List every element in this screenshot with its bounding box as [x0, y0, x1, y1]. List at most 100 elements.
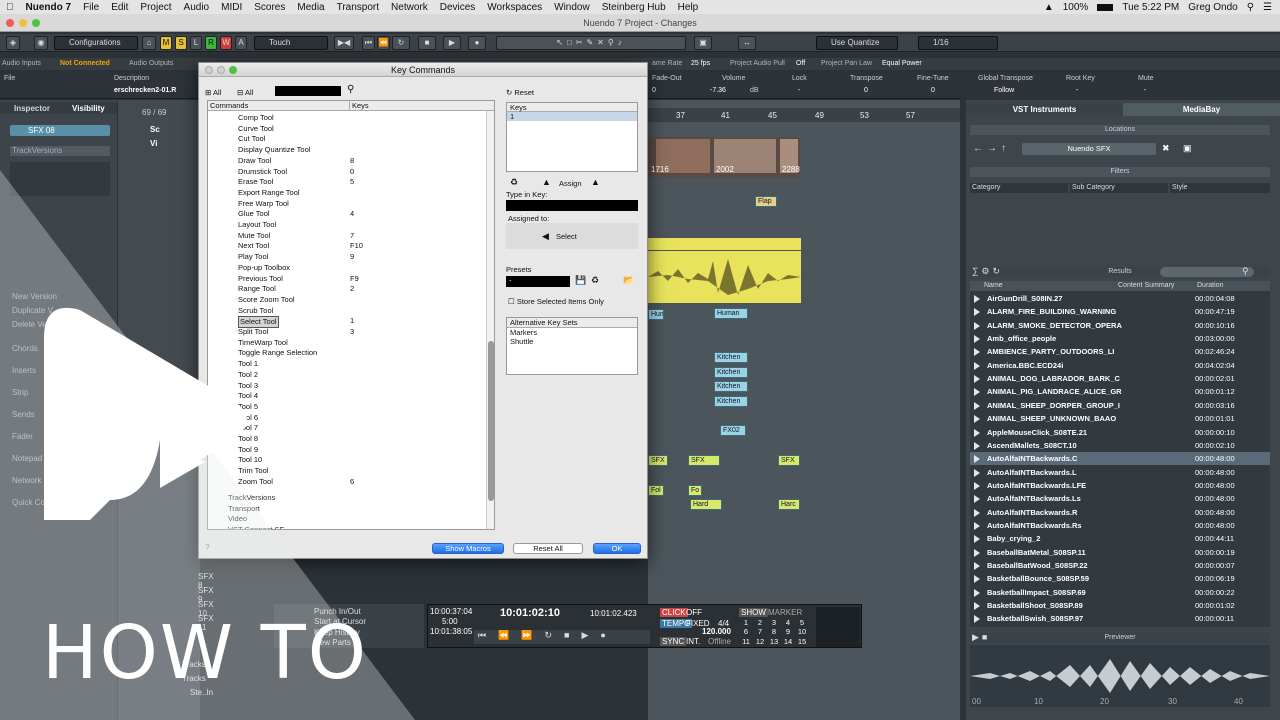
marker-button[interactable]: 11 [739, 637, 753, 646]
preset-dropdown[interactable]: - [506, 276, 570, 287]
audio-event[interactable]: Kitchen [714, 367, 748, 378]
activate-project-button[interactable]: ◈ [6, 36, 20, 50]
locations-header[interactable]: Locations [970, 125, 1270, 135]
play-preview-icon[interactable] [974, 535, 980, 544]
record-mode-button[interactable]: ◉ [34, 36, 48, 50]
play-preview-icon[interactable] [974, 455, 980, 464]
assign-up-icon[interactable]: ▲ [542, 177, 551, 187]
audio-event[interactable]: Fo [688, 485, 702, 496]
reset-button[interactable]: ↻ Reset [506, 88, 534, 97]
marker-button[interactable]: 3 [767, 618, 781, 627]
section-strip[interactable]: Strip [12, 388, 28, 397]
play-preview-icon[interactable] [974, 348, 980, 357]
scrollbar-thumb[interactable] [488, 341, 494, 501]
marker-button[interactable]: 10 [795, 627, 809, 636]
marker-button[interactable]: 1 [739, 618, 753, 627]
audio-pull-value[interactable]: Off [796, 60, 805, 67]
import-icon[interactable]: 📂 [623, 275, 634, 286]
table-row[interactable]: AscendMallets_S08CT.10 00:00:02:10 [970, 439, 1270, 452]
marker-button[interactable]: 2 [753, 618, 767, 627]
play-preview-icon[interactable] [974, 615, 980, 624]
marker-button[interactable]: 15 [795, 637, 809, 646]
save-preset-icon[interactable]: 💾 [575, 275, 586, 286]
primary-time-display[interactable]: 10:01:02:10 [500, 607, 560, 619]
table-row[interactable]: ANIMAL_SHEEP_UNKNOWN_BAAO 00:00:01:01 [970, 412, 1270, 425]
clock[interactable]: Tue 5:22 PM [1122, 2, 1179, 13]
quantize-mode-dropdown[interactable]: Use Quantize [816, 36, 898, 50]
table-row[interactable]: Baby_crying_2 00:00:44:11 [970, 532, 1270, 545]
global-transpose-value[interactable]: Follow [994, 87, 1014, 94]
command-item[interactable]: Free Warp Tool [238, 199, 289, 209]
apple-menu-icon[interactable]:  [0, 2, 20, 13]
marker-button[interactable]: 7 [753, 627, 767, 636]
sync-label[interactable]: SYNC [660, 637, 687, 646]
command-item[interactable]: Toggle Range Selection [238, 348, 317, 358]
description-value[interactable]: erschrecken2-01.R [114, 87, 176, 94]
wifi-icon[interactable]: ▲ [1044, 2, 1054, 13]
menu-scores[interactable]: Scores [248, 2, 291, 13]
command-item[interactable]: Export Range Tool [238, 188, 300, 198]
command-item[interactable]: Tool 1 [238, 359, 258, 369]
audio-event[interactable]: Kitchen [714, 381, 748, 392]
command-item[interactable]: Tool 10 [238, 455, 262, 465]
play-preview-icon[interactable] [974, 588, 980, 597]
audio-event[interactable]: SFX [778, 455, 800, 466]
results-tools-icon[interactable]: ∑⚙↻ [972, 266, 1012, 278]
section-network[interactable]: Network [12, 476, 41, 485]
table-row[interactable]: AutoAlfaINTBackwards.Ls 00:00:48:00 [970, 492, 1270, 505]
table-row[interactable]: BasketballBounce_S08SP.59 00:00:06:19 [970, 572, 1270, 585]
audio-event[interactable]: Human [714, 308, 748, 319]
audio-event[interactable]: SFX [648, 455, 668, 466]
table-row[interactable]: ANIMAL_PIG_LANDRACE_ALICE_GR 00:00:01:12 [970, 385, 1270, 398]
audio-event[interactable]: SFX [688, 455, 720, 466]
automation-mode-dropdown[interactable]: Touch [254, 36, 328, 50]
filters-header[interactable]: Filters [970, 167, 1270, 177]
table-row[interactable]: AutoAlfaINTBackwards.LFE 00:00:48:00 [970, 479, 1270, 492]
column-name[interactable]: Name [984, 281, 1003, 291]
command-item[interactable]: Glue Tool [238, 209, 270, 219]
audio-event-waveform[interactable] [648, 251, 801, 303]
menu-file[interactable]: File [77, 2, 105, 13]
assign-button-icon[interactable]: ▲ [591, 177, 600, 187]
listen-toggle[interactable]: L [190, 36, 202, 50]
activate-toggle[interactable]: A [235, 36, 247, 50]
play-preview-icon[interactable] [974, 335, 980, 344]
play-preview-icon[interactable] [974, 548, 980, 557]
section-inserts[interactable]: Inserts [12, 366, 36, 375]
close-dialog-icon[interactable] [205, 66, 213, 74]
column-content-summary[interactable]: Content Summary [1118, 281, 1174, 291]
command-item[interactable]: Tool 5 [238, 402, 258, 412]
tab-visibility[interactable]: Visibility [72, 104, 105, 113]
tempo-value[interactable]: 120.000 [702, 627, 731, 636]
window-layout-icon[interactable]: ▣ [694, 36, 712, 50]
show-markers-button[interactable]: SHOW [739, 608, 768, 617]
left-locator-mid[interactable]: 5:00 [442, 617, 458, 626]
menu-audio[interactable]: Audio [178, 2, 216, 13]
menu-media[interactable]: Media [291, 2, 330, 13]
timeline-ruler[interactable]: 37 41 45 49 53 57 [648, 108, 960, 122]
command-item[interactable]: Previous Tool [238, 274, 283, 284]
command-item[interactable]: Drumstick Tool [238, 167, 287, 177]
previewer-transport-icon[interactable]: ▶■ [972, 632, 1002, 644]
clear-location-icon[interactable]: ✖ [1162, 143, 1174, 155]
column-duration[interactable]: Duration [1197, 281, 1223, 291]
audio-event[interactable]: Kitchen [714, 352, 748, 363]
click-value[interactable]: OFF [686, 608, 702, 617]
table-row[interactable]: AutoAlfaINTBackwards.R 00:00:48:00 [970, 506, 1270, 519]
play-preview-icon[interactable] [974, 575, 980, 584]
command-item[interactable]: Tool 6 [238, 413, 258, 423]
marker-button[interactable]: 8 [767, 627, 781, 636]
quantize-preset-dropdown[interactable]: 1/16 [918, 36, 998, 50]
navigation-arrows-icon[interactable]: ←→↑ [973, 143, 1017, 155]
table-row[interactable]: ANIMAL_DOG_LABRADOR_BARK_C 00:00:02:01 [970, 372, 1270, 385]
audio-event[interactable]: Human [648, 309, 664, 320]
command-item[interactable]: Next Tool [238, 241, 269, 251]
marker-button[interactable]: 5 [795, 618, 809, 627]
filter-style[interactable]: Style [1170, 183, 1270, 193]
pan-law-value[interactable]: Equal Power [882, 60, 922, 67]
play-preview-icon[interactable] [974, 495, 980, 504]
play-preview-icon[interactable] [974, 562, 980, 570]
rewind-icon[interactable]: ⏪ [377, 36, 390, 50]
left-locator[interactable]: 10:00:37:04 [430, 607, 472, 616]
play-preview-icon[interactable] [974, 481, 980, 490]
